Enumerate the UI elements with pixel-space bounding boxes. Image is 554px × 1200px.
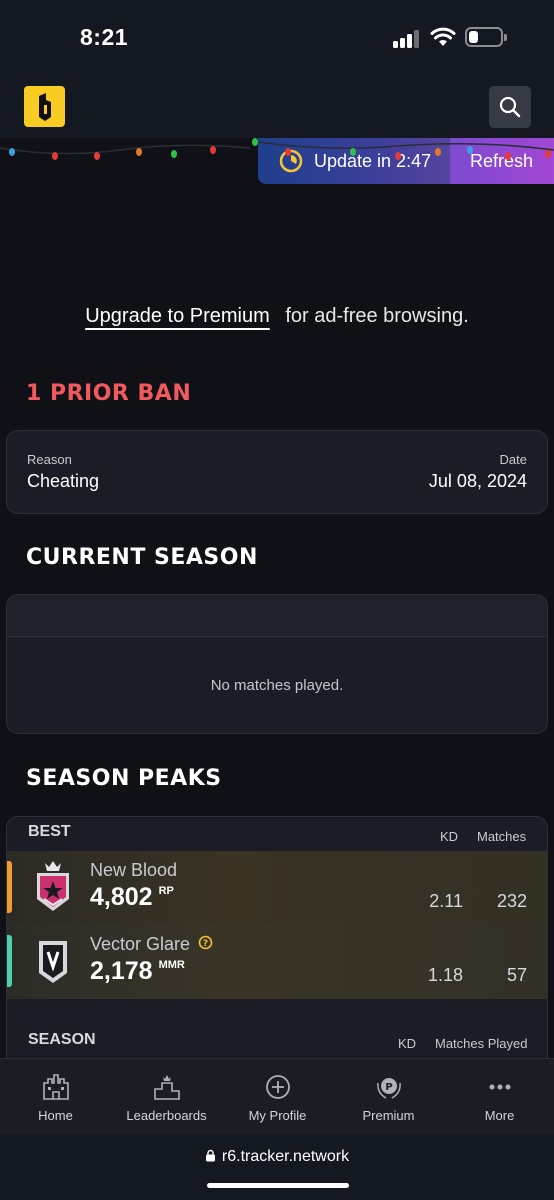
ban-card: Reason Cheating Date Jul 08, 2024	[6, 430, 548, 514]
nav-leaderboards[interactable]: Leaderboards	[111, 1059, 222, 1135]
season-matches-header: Matches Played	[435, 1036, 528, 1051]
castle-icon	[42, 1074, 69, 1100]
svg-text:P: P	[385, 1082, 392, 1093]
url-text: r6.tracker.network	[0, 1148, 554, 1166]
rank-unit: MMR	[158, 959, 185, 971]
row-accent	[7, 935, 12, 987]
row-matches: 232	[496, 891, 527, 911]
ban-reason-value: Cheating	[27, 471, 100, 491]
premium-promo: Upgrade to Premium for ad-free browsing.	[0, 305, 554, 328]
champion-rank-icon	[37, 861, 69, 911]
row-matches: 57	[506, 965, 527, 985]
timer-icon	[279, 149, 303, 173]
peak-row[interactable]: Vector Glare ? 2,178 MMR 1.18 57	[7, 925, 547, 999]
current-season-card-header	[7, 595, 547, 637]
rank-name-text: Vector Glare	[90, 934, 191, 954]
home-indicator	[207, 1183, 349, 1188]
wifi-icon	[430, 27, 456, 46]
rank-unit: RP	[158, 885, 174, 897]
nav-premium[interactable]: P Premium	[333, 1059, 444, 1135]
upgrade-premium-link[interactable]: Upgrade to Premium	[85, 305, 270, 327]
ban-date-label: Date	[499, 452, 527, 467]
ban-reason-label: Reason	[27, 452, 72, 467]
prior-ban-title: 1 PRIOR BAN	[26, 381, 192, 406]
promo-text: for ad-free browsing.	[285, 305, 469, 327]
update-timer: Update in 2:47	[258, 138, 450, 184]
search-button[interactable]	[489, 86, 531, 128]
search-icon	[499, 96, 521, 118]
season-label: SEASON	[28, 1031, 96, 1048]
r6-logo-icon	[38, 92, 51, 121]
no-matches-text: No matches played.	[210, 677, 344, 694]
cellular-signal-icon	[393, 30, 423, 48]
nav-my-profile[interactable]: My Profile	[222, 1059, 333, 1135]
nav-leaderboards-label: Leaderboards	[126, 1108, 207, 1123]
nav-home-label: Home	[38, 1108, 73, 1123]
rank-value: 2,178 MMR	[90, 957, 185, 986]
rank-points: 4,802	[90, 883, 153, 911]
season-kd-header: KD	[398, 1036, 417, 1051]
refresh-button[interactable]: Refresh	[450, 138, 554, 184]
app-header	[0, 72, 554, 138]
rank-points: 2,178	[90, 957, 153, 985]
premium-icon: P	[376, 1078, 401, 1099]
nav-my-profile-label: My Profile	[248, 1108, 307, 1123]
season-peaks-title: SEASON PEAKS	[26, 766, 222, 791]
browser-url-bar[interactable]: r6.tracker.network	[0, 1134, 554, 1200]
row-accent	[7, 861, 12, 913]
rank-name: New Blood	[90, 860, 178, 880]
r6-logo[interactable]	[24, 86, 65, 127]
battery-icon	[465, 27, 507, 47]
nav-more-label: More	[484, 1108, 515, 1123]
lock-icon	[205, 1149, 215, 1162]
update-bar: Update in 2:47 Refresh	[258, 138, 554, 184]
update-countdown: Update in 2:47	[314, 150, 432, 171]
matches-column-header: Matches	[477, 829, 527, 844]
vector-glare-badge-icon	[39, 941, 67, 983]
url: r6.tracker.network	[221, 1148, 350, 1165]
refresh-label: Refresh	[470, 150, 534, 171]
ban-date-value: Jul 08, 2024	[428, 471, 527, 491]
bottom-nav: Home Leaderboards My Profile P Premium M…	[0, 1058, 554, 1134]
kd-column-header: KD	[440, 829, 459, 844]
current-season-title: CURRENT SEASON	[26, 545, 258, 570]
nav-premium-label: Premium	[362, 1108, 415, 1123]
podium-icon	[153, 1075, 180, 1100]
more-icon	[489, 1084, 510, 1090]
svg-text:?: ?	[203, 939, 208, 949]
best-label: BEST	[28, 823, 71, 840]
rank-value: 4,802 RP	[90, 883, 174, 912]
help-icon[interactable]: ?	[198, 935, 213, 950]
peak-row[interactable]: New Blood 4,802 RP 2.11 232	[7, 851, 547, 925]
rank-name: Vector Glare ?	[90, 934, 213, 955]
nav-more[interactable]: More	[444, 1059, 554, 1135]
plus-circle-icon	[265, 1075, 290, 1099]
current-season-card: No matches played.	[6, 594, 548, 734]
status-time: 8:21	[80, 24, 129, 50]
status-bar: 8:21	[0, 0, 554, 72]
nav-home[interactable]: Home	[0, 1059, 111, 1135]
